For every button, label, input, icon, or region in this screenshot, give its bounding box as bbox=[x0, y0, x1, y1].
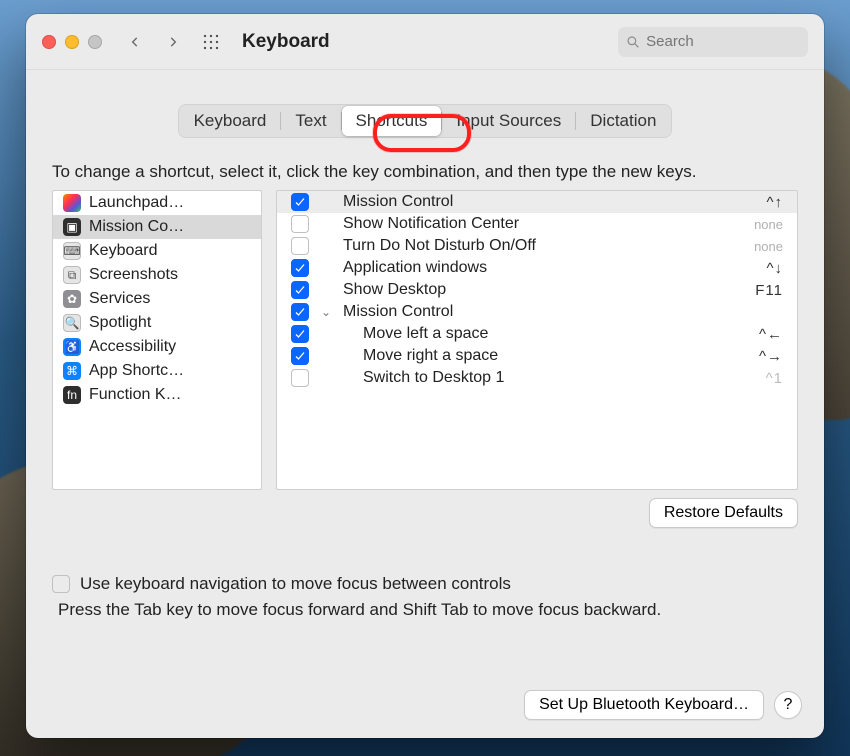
keyboard-nav-checkbox[interactable] bbox=[52, 575, 70, 593]
spotlight-icon: 🔍 bbox=[63, 314, 81, 332]
shortcut-key[interactable]: ^↓ bbox=[727, 260, 783, 277]
shortcut-checkbox[interactable] bbox=[291, 303, 309, 321]
category-row-services[interactable]: ✿ Services bbox=[53, 287, 261, 311]
shortcut-row[interactable]: Show Notification Center none bbox=[277, 213, 797, 235]
shortcut-key[interactable]: ^← bbox=[727, 326, 783, 343]
window-title: Keyboard bbox=[242, 31, 330, 53]
appshortcuts-icon: ⌘ bbox=[63, 362, 81, 380]
category-row-accessibility[interactable]: ♿ Accessibility bbox=[53, 335, 261, 359]
accessibility-icon: ♿ bbox=[63, 338, 81, 356]
shortcut-row[interactable]: Mission Control ^↑ bbox=[277, 191, 797, 213]
search-icon bbox=[626, 34, 640, 50]
tab-bar: KeyboardTextShortcutsInput SourcesDictat… bbox=[26, 70, 824, 144]
shortcut-checkbox[interactable] bbox=[291, 259, 309, 277]
restore-defaults-button[interactable]: Restore Defaults bbox=[649, 498, 798, 528]
shortcut-name: Mission Control bbox=[343, 193, 717, 211]
shortcut-name: Turn Do Not Disturb On/Off bbox=[343, 237, 717, 255]
shortcut-key[interactable]: none bbox=[727, 217, 783, 232]
category-row-appshortcuts[interactable]: ⌘ App Shortc… bbox=[53, 359, 261, 383]
category-row-screenshots[interactable]: ⧉ Screenshots bbox=[53, 263, 261, 287]
shortcut-checkbox[interactable] bbox=[291, 215, 309, 233]
category-row-function[interactable]: fn Function K… bbox=[53, 383, 261, 407]
services-icon: ✿ bbox=[63, 290, 81, 308]
shortcut-row[interactable]: Application windows ^↓ bbox=[277, 257, 797, 279]
mission-icon: ▣ bbox=[63, 218, 81, 236]
shortcut-name: Move right a space bbox=[343, 347, 717, 365]
category-label: Keyboard bbox=[89, 242, 158, 260]
shortcut-checkbox[interactable] bbox=[291, 325, 309, 343]
shortcut-key[interactable]: ^↑ bbox=[727, 194, 783, 211]
preferences-window: Keyboard KeyboardTextShortcutsInput Sour… bbox=[26, 14, 824, 738]
tab-shortcuts[interactable]: Shortcuts bbox=[342, 106, 442, 136]
zoom-window-button[interactable] bbox=[88, 35, 102, 49]
category-label: Launchpad… bbox=[89, 194, 184, 212]
category-list[interactable]: Launchpad… ▣ Mission Co… ⌨ Keyboard ⧉ Screensh… bbox=[52, 190, 262, 490]
shortcut-checkbox[interactable] bbox=[291, 193, 309, 211]
shortcut-key[interactable]: ^1 bbox=[727, 370, 783, 387]
shortcut-name: Move left a space bbox=[343, 325, 717, 343]
shortcut-key[interactable]: ^→ bbox=[727, 348, 783, 365]
shortcut-row[interactable]: ⌄ Mission Control bbox=[277, 301, 797, 323]
shortcut-row[interactable]: Show Desktop F11 bbox=[277, 279, 797, 301]
keyboard-nav-label: Use keyboard navigation to move focus be… bbox=[80, 574, 511, 594]
tab-dictation[interactable]: Dictation bbox=[576, 106, 670, 136]
traffic-lights bbox=[42, 35, 102, 49]
category-row-launchpad[interactable]: Launchpad… bbox=[53, 191, 261, 215]
shortcut-key[interactable]: F11 bbox=[727, 282, 783, 299]
tab-text[interactable]: Text bbox=[281, 106, 340, 136]
category-label: App Shortc… bbox=[89, 362, 184, 380]
shortcut-list[interactable]: Mission Control ^↑ Show Notification Cente… bbox=[276, 190, 798, 490]
shortcut-name: Application windows bbox=[343, 259, 717, 277]
category-row-keyboard[interactable]: ⌨ Keyboard bbox=[53, 239, 261, 263]
category-label: Services bbox=[89, 290, 150, 308]
shortcut-checkbox[interactable] bbox=[291, 237, 309, 255]
function-icon: fn bbox=[63, 386, 81, 404]
show-all-button[interactable] bbox=[198, 26, 224, 58]
category-label: Function K… bbox=[89, 386, 181, 404]
forward-button[interactable] bbox=[160, 26, 186, 58]
shortcut-row[interactable]: Move right a space ^→ bbox=[277, 345, 797, 367]
search-field[interactable] bbox=[618, 27, 808, 57]
tab-input-sources[interactable]: Input Sources bbox=[442, 106, 575, 136]
category-label: Spotlight bbox=[89, 314, 151, 332]
category-row-spotlight[interactable]: 🔍 Spotlight bbox=[53, 311, 261, 335]
tab-keyboard[interactable]: Keyboard bbox=[180, 106, 281, 136]
category-label: Screenshots bbox=[89, 266, 178, 284]
category-label: Mission Co… bbox=[89, 218, 184, 236]
shortcut-name: Switch to Desktop 1 bbox=[343, 369, 717, 387]
shortcut-checkbox[interactable] bbox=[291, 369, 309, 387]
shortcut-row[interactable]: Switch to Desktop 1 ^1 bbox=[277, 367, 797, 389]
shortcut-row[interactable]: Move left a space ^← bbox=[277, 323, 797, 345]
shortcut-name: Show Desktop bbox=[343, 281, 717, 299]
shortcut-key[interactable]: none bbox=[727, 239, 783, 254]
search-input[interactable] bbox=[646, 33, 800, 50]
shortcut-name: Mission Control bbox=[343, 303, 717, 321]
keyboard-nav-note: Press the Tab key to move focus forward … bbox=[52, 594, 798, 620]
close-window-button[interactable] bbox=[42, 35, 56, 49]
shortcut-checkbox[interactable] bbox=[291, 281, 309, 299]
screenshots-icon: ⧉ bbox=[63, 266, 81, 284]
shortcut-name: Show Notification Center bbox=[343, 215, 717, 233]
setup-bluetooth-keyboard-button[interactable]: Set Up Bluetooth Keyboard… bbox=[524, 690, 764, 720]
window-toolbar: Keyboard bbox=[26, 14, 824, 70]
minimize-window-button[interactable] bbox=[65, 35, 79, 49]
back-button[interactable] bbox=[122, 26, 148, 58]
category-row-mission[interactable]: ▣ Mission Co… bbox=[53, 215, 261, 239]
disclosure-icon[interactable]: ⌄ bbox=[319, 305, 333, 319]
instruction-text: To change a shortcut, select it, click t… bbox=[26, 144, 824, 190]
launchpad-icon bbox=[63, 194, 81, 212]
shortcut-row[interactable]: Turn Do Not Disturb On/Off none bbox=[277, 235, 797, 257]
help-button[interactable]: ? bbox=[774, 691, 802, 719]
keyboard-icon: ⌨ bbox=[63, 242, 81, 260]
shortcut-checkbox[interactable] bbox=[291, 347, 309, 365]
grid-icon bbox=[202, 33, 220, 51]
category-label: Accessibility bbox=[89, 338, 176, 356]
